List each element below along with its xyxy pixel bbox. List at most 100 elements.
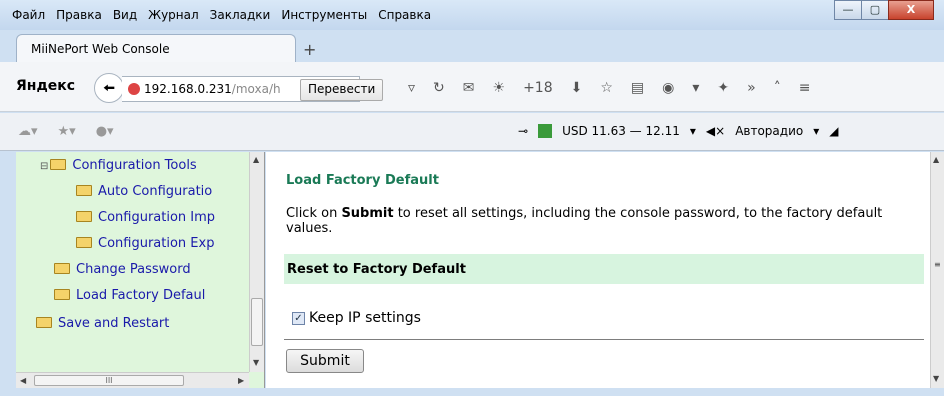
radio-station[interactable]: Авторадио	[735, 124, 803, 138]
back-arrow-icon: 🠨	[102, 79, 116, 97]
tree-node-load-factory-default[interactable]: Load Factory Defaul	[54, 288, 205, 303]
weather-icon[interactable]: ☀	[493, 80, 506, 96]
scroll-left-arrow-icon[interactable]: ◀	[20, 376, 26, 385]
menu: Файл Правка Вид Журнал Закладки Инструме…	[12, 8, 431, 22]
tree-node-label: Change Password	[76, 262, 191, 277]
site-info-icon[interactable]	[128, 83, 140, 95]
tree-node-configuration-tools[interactable]: ⊟ Configuration Tools	[40, 158, 197, 173]
sidebar-horizontal-scrollbar[interactable]: ◀ III ▶	[16, 372, 249, 388]
bookmarks-bar: ☁▾ ★▾ ●▾ ⊸ USD 11.63 — 12.11 ▾ ◀× Автора…	[0, 113, 944, 151]
maximize-button[interactable]: ▢	[861, 0, 889, 20]
star-icon[interactable]: ★▾	[58, 124, 76, 139]
tab-bar: MiiNePort Web Console +	[0, 30, 944, 62]
tree-node-configuration-export[interactable]: Configuration Exp	[76, 236, 214, 251]
reading-list-icon[interactable]: ▤	[631, 80, 644, 96]
hamburger-menu-icon[interactable]: ≡	[799, 80, 811, 96]
key-icon[interactable]: ⊸	[518, 124, 528, 138]
main-content: Load Factory Default Click on Submit to …	[266, 152, 930, 388]
desc-text: Click on	[286, 206, 342, 221]
scrollbar-thumb[interactable]: III	[34, 375, 184, 386]
weather-temp[interactable]: +18	[523, 80, 553, 96]
url-host: 192.168.0.231	[144, 82, 232, 96]
back-button[interactable]: 🠨	[94, 73, 124, 103]
chevron-down-icon[interactable]: ▾	[690, 124, 696, 138]
folder-icon	[36, 317, 52, 328]
scroll-up-icon[interactable]: ˄	[774, 80, 781, 96]
folder-icon	[76, 185, 92, 196]
minimize-button[interactable]: —	[834, 0, 862, 20]
chart-icon[interactable]	[538, 124, 553, 138]
tree-node-label: Configuration Exp	[98, 236, 215, 251]
menu-view[interactable]: Вид	[113, 8, 137, 22]
chevron-down-icon[interactable]: ▾	[813, 124, 819, 138]
menu-bookmarks[interactable]: Закладки	[210, 8, 271, 22]
signal-icon: ◢	[829, 124, 839, 138]
tree-node-label: Save and Restart	[58, 316, 170, 331]
scroll-up-arrow-icon[interactable]: ▲	[253, 155, 259, 164]
submit-button[interactable]: Submit	[286, 349, 364, 373]
tree-node-label: Configuration Tools	[72, 158, 197, 173]
page-title: Load Factory Default	[286, 173, 439, 188]
scroll-up-arrow-icon[interactable]: ▲	[933, 155, 939, 164]
scroll-down-arrow-icon[interactable]: ▼	[253, 358, 259, 367]
main-vertical-scrollbar[interactable]: ▲ ≡ ▼	[930, 152, 944, 388]
tree-node-save-and-restart[interactable]: Save and Restart	[36, 316, 169, 331]
keep-ip-label[interactable]: Keep IP settings	[309, 310, 421, 326]
chat-icon[interactable]: ◉	[662, 80, 674, 96]
folder-icon	[54, 289, 70, 300]
scrollbar-thumb[interactable]	[251, 298, 263, 346]
sidebar-tree-panel: ⊟ Configuration Tools Auto Configuratio C…	[16, 152, 265, 388]
folder-open-icon	[50, 159, 67, 170]
collapse-icon[interactable]: ⊟	[40, 161, 48, 172]
cloud-icon[interactable]: ☁▾	[18, 124, 38, 139]
chevron-down-icon[interactable]: ▾	[692, 80, 699, 96]
close-button[interactable]: X	[888, 0, 934, 20]
tree-node-label: Load Factory Defaul	[76, 288, 206, 303]
keep-ip-row: ✓ Keep IP settings	[292, 310, 421, 326]
keep-ip-checkbox[interactable]: ✓	[292, 311, 305, 325]
folder-icon	[76, 211, 92, 222]
new-tab-button[interactable]: +	[303, 40, 316, 59]
menu-bar: Файл Правка Вид Журнал Закладки Инструме…	[0, 0, 944, 30]
folder-icon	[54, 263, 70, 274]
menu-file[interactable]: Файл	[12, 8, 45, 22]
window-controls: — ▢ X	[834, 0, 934, 20]
sidebar-vertical-scrollbar[interactable]: ▲ ▼	[249, 152, 264, 372]
bookmark-star-icon[interactable]: ☆	[600, 80, 613, 96]
yandex-logo[interactable]: Яндекс	[16, 78, 75, 94]
speech-bubble-icon[interactable]: ●▾	[96, 124, 114, 139]
folder-icon	[76, 237, 92, 248]
navigation-tree: ⊟ Configuration Tools Auto Configuratio C…	[16, 152, 249, 368]
tree-node-label: Auto Configuratio	[98, 184, 213, 199]
toolbar-icons: ▿ ↻ ✉ ☀ +18 ⬇ ☆ ▤ ◉ ▾ ✦ » ˄ ≡	[408, 80, 810, 96]
section-header: Reset to Factory Default	[284, 254, 924, 284]
scroll-down-arrow-icon[interactable]: ▼	[933, 374, 939, 383]
extension-icon[interactable]: ✦	[717, 80, 729, 96]
bookmarks-left: ☁▾ ★▾ ●▾	[18, 124, 114, 139]
url-path: /moxa/h	[231, 82, 281, 96]
page-description: Click on Submit to reset all settings, i…	[286, 206, 926, 236]
overflow-icon[interactable]: »	[747, 80, 756, 96]
mail-icon[interactable]: ✉	[463, 80, 475, 96]
download-icon[interactable]: ⬇	[571, 80, 583, 96]
tree-node-auto-configuration[interactable]: Auto Configuratio	[76, 184, 212, 199]
menu-tools[interactable]: Инструменты	[281, 8, 367, 22]
reload-icon[interactable]: ↻	[433, 80, 445, 96]
tree-node-label: Configuration Imp	[98, 210, 216, 225]
nav-bar: Яндекс 🠨 192.168.0.231/moxa/h Перевести …	[0, 62, 944, 112]
scroll-right-arrow-icon[interactable]: ▶	[238, 376, 244, 385]
divider	[284, 339, 924, 340]
translate-button[interactable]: Перевести	[300, 79, 384, 101]
scrollbar-grip[interactable]: ≡	[934, 260, 941, 269]
menu-history[interactable]: Журнал	[148, 8, 199, 22]
menu-edit[interactable]: Правка	[56, 8, 102, 22]
bookmarks-right: ⊸ USD 11.63 — 12.11 ▾ ◀× Авторадио ▾ ◢	[518, 124, 838, 138]
desc-bold: Submit	[341, 206, 394, 221]
currency-rate[interactable]: USD 11.63 — 12.11	[562, 124, 680, 138]
dropdown-icon[interactable]: ▿	[408, 80, 415, 96]
tree-node-configuration-import[interactable]: Configuration Imp	[76, 210, 215, 225]
speaker-muted-icon[interactable]: ◀×	[706, 124, 725, 138]
menu-help[interactable]: Справка	[378, 8, 431, 22]
tree-node-change-password[interactable]: Change Password	[54, 262, 191, 277]
browser-tab[interactable]: MiiNePort Web Console	[16, 34, 296, 62]
